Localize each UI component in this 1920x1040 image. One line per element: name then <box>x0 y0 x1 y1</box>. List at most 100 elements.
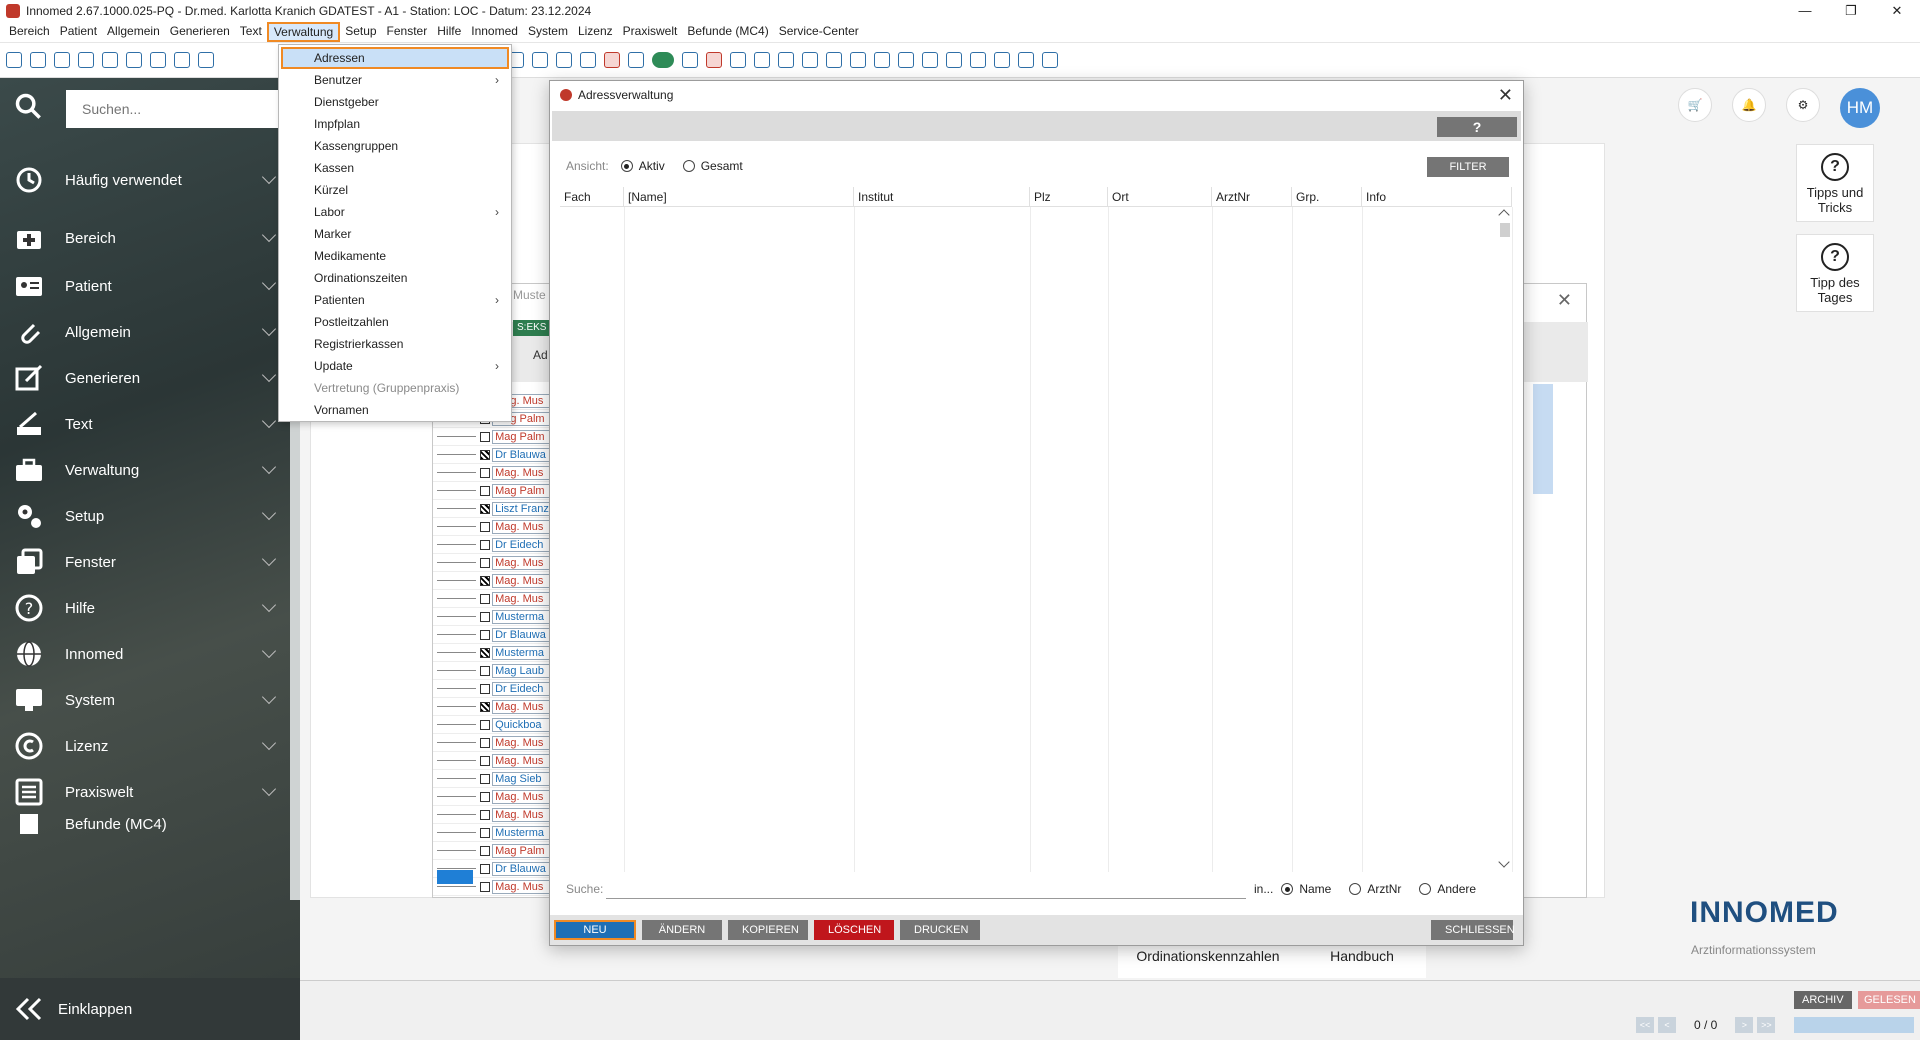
aendern-button[interactable]: ÄNDERN <box>642 920 722 940</box>
print-icon[interactable] <box>604 52 620 68</box>
list-item[interactable]: Mag Laub <box>433 662 553 680</box>
toolbar-icon[interactable] <box>922 52 938 68</box>
list-item[interactable]: Mag. Mus <box>433 734 553 752</box>
table-body[interactable] <box>560 207 1513 872</box>
menu-item-kassen[interactable]: Kassen <box>279 157 511 179</box>
menu-item-ordinationszeiten[interactable]: Ordinationszeiten <box>279 267 511 289</box>
pager-last-button[interactable]: >> <box>1757 1017 1776 1033</box>
sidebar-item-allgemein[interactable]: Allgemein <box>0 310 280 354</box>
menu-bereich[interactable]: Bereich <box>4 22 55 42</box>
list-item[interactable]: Mag. Mus <box>433 572 553 590</box>
help-button[interactable]: ? <box>1437 117 1517 137</box>
sidebar-item-hilfe[interactable]: ? Hilfe <box>0 586 280 630</box>
tip-of-day-card[interactable]: ? Tipp des Tages <box>1796 234 1874 312</box>
list-item[interactable]: Musterma <box>433 608 553 626</box>
dialog-close-button[interactable]: ✕ <box>1498 85 1513 106</box>
toolbar-icon[interactable] <box>970 52 986 68</box>
toolbar-icon[interactable] <box>30 52 46 68</box>
sidebar-item-innomed[interactable]: Innomed <box>0 632 280 676</box>
list-item[interactable]: Mag. Mus <box>433 788 553 806</box>
phone-icon[interactable] <box>628 52 644 68</box>
column-header-name[interactable]: [Name] <box>624 187 854 206</box>
sidebar-item-bereich[interactable]: Bereich <box>0 216 280 260</box>
column-header-institut[interactable]: Institut <box>854 187 1030 206</box>
menu-item-benutzer[interactable]: Benutzer › <box>279 69 511 91</box>
menu-patient[interactable]: Patient <box>55 22 102 42</box>
menu-service-center[interactable]: Service-Center <box>774 22 864 42</box>
toolbar-icon[interactable] <box>174 52 190 68</box>
menu-item-dienstgeber[interactable]: Dienstgeber <box>279 91 511 113</box>
bell-icon[interactable]: 🔔 <box>1732 88 1766 122</box>
toolbar-icon[interactable] <box>556 52 572 68</box>
list-item[interactable]: Mag. Mus <box>433 590 553 608</box>
scroll-up-icon[interactable] <box>1498 209 1510 221</box>
sidebar-item-text[interactable]: Text <box>0 402 280 446</box>
sidebar-item-lizenz[interactable]: Lizenz <box>0 724 280 768</box>
cart-icon[interactable]: 🛒 <box>1678 88 1712 122</box>
menu-item-adressen[interactable]: Adressen <box>281 47 509 69</box>
tips-tricks-card[interactable]: ? Tipps und Tricks <box>1796 144 1874 222</box>
table-scrollbar[interactable] <box>1498 207 1512 872</box>
toolbar-icon[interactable] <box>1018 52 1034 68</box>
toolbar-icon[interactable] <box>198 52 214 68</box>
sidebar-item-generieren[interactable]: Generieren <box>0 356 280 400</box>
scroll-down-icon[interactable] <box>1498 856 1510 868</box>
list-item[interactable]: Mag. Mus <box>433 518 553 536</box>
toolbar-icon[interactable] <box>826 52 842 68</box>
search-field[interactable] <box>606 879 1246 899</box>
pager-first-button[interactable]: << <box>1636 1017 1654 1033</box>
collapse-button[interactable]: Einklappen <box>0 978 300 1040</box>
toolbar-icon[interactable] <box>6 52 22 68</box>
menu-item-postleitzahlen[interactable]: Postleitzahlen <box>279 311 511 333</box>
radio-gesamt[interactable]: Gesamt <box>682 159 743 173</box>
list-item[interactable]: Dr Blauwa <box>433 626 553 644</box>
minimize-button[interactable]: — <box>1782 0 1828 22</box>
list-item[interactable]: Quickboa <box>433 716 553 734</box>
toolbar-icon[interactable] <box>994 52 1010 68</box>
list-item[interactable]: Mag. Mus <box>433 554 553 572</box>
gear-icon[interactable]: ⚙ <box>1786 88 1820 122</box>
pager-next-button[interactable]: > <box>1735 1017 1754 1033</box>
neu-button[interactable]: NEU <box>554 920 636 940</box>
radio-search-name[interactable]: Name <box>1281 882 1331 896</box>
toolbar-icon[interactable] <box>682 52 698 68</box>
gina-icon[interactable] <box>652 52 674 68</box>
sidebar-item-häufig-verwendet[interactable]: Häufig verwendet <box>0 158 280 202</box>
list-item[interactable]: Musterma <box>433 824 553 842</box>
sidebar-item-fenster[interactable]: Fenster <box>0 540 280 584</box>
menu-item-patienten[interactable]: Patienten › <box>279 289 511 311</box>
menu-item-medikamente[interactable]: Medikamente <box>279 245 511 267</box>
menu-item-labor[interactable]: Labor › <box>279 201 511 223</box>
toolbar-icon[interactable] <box>532 52 548 68</box>
menu-generieren[interactable]: Generieren <box>165 22 235 42</box>
list-item[interactable]: Mag Palm <box>433 482 553 500</box>
sidebar-item-verwaltung[interactable]: Verwaltung <box>0 448 280 492</box>
column-header-arztnr[interactable]: ArztNr <box>1212 187 1292 206</box>
column-header-fach[interactable]: Fach <box>560 187 624 206</box>
list-item[interactable]: Mag. Mus <box>433 806 553 824</box>
toolbar-icon[interactable] <box>850 52 866 68</box>
mail-icon[interactable] <box>874 52 890 68</box>
menu-item-impfplan[interactable]: Impfplan <box>279 113 511 135</box>
menu-system[interactable]: System <box>523 22 573 42</box>
sidebar-item-praxiswelt[interactable]: Praxiswelt <box>0 770 280 814</box>
menu-setup[interactable]: Setup <box>340 22 381 42</box>
menu-item-kürzel[interactable]: Kürzel <box>279 179 511 201</box>
sidebar-item-setup[interactable]: Setup <box>0 494 280 538</box>
radio-search-andere[interactable]: Andere <box>1419 882 1476 896</box>
list-item[interactable]: Musterma <box>433 644 553 662</box>
menu-verwaltung[interactable]: Verwaltung <box>266 22 341 42</box>
list-item[interactable]: Mag Palm <box>433 428 553 446</box>
lock-icon[interactable] <box>946 52 962 68</box>
sidebar-item-system[interactable]: System <box>0 678 280 722</box>
menu-hilfe[interactable]: Hilfe <box>432 22 466 42</box>
menu-fenster[interactable]: Fenster <box>382 22 433 42</box>
sidebar-item-patient[interactable]: Patient <box>0 264 280 308</box>
list-item[interactable]: Dr Blauwa <box>433 446 553 464</box>
sidebar-item-befunde-mc4-[interactable]: Befunde (MC4) <box>0 814 280 834</box>
menu-item-registrierkassen[interactable]: Registrierkassen <box>279 333 511 355</box>
radio-aktiv[interactable]: Aktiv <box>620 159 665 173</box>
list-item[interactable]: Liszt Franz <box>433 500 553 518</box>
close-window-button[interactable]: ✕ <box>1874 0 1920 22</box>
column-header-ort[interactable]: Ort <box>1108 187 1212 206</box>
